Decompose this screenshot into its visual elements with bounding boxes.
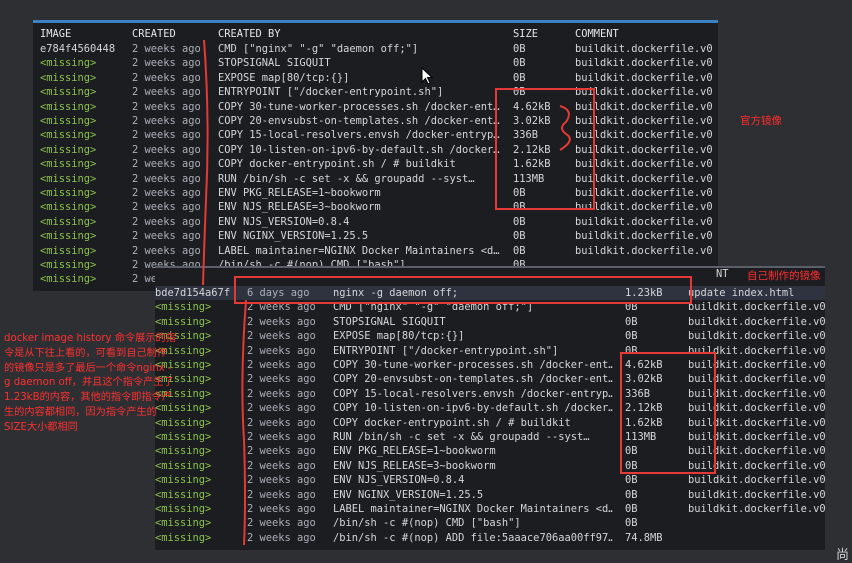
brace-mark xyxy=(559,105,571,151)
left-red-stroke-2 xyxy=(241,299,247,546)
custom-image-label: 自己制作的镜像 xyxy=(745,268,823,283)
mouse-cursor-icon xyxy=(421,67,433,85)
official-image-label: 官方镜像 xyxy=(740,115,782,127)
corner-glyph: 尚 xyxy=(836,548,850,563)
left-red-stroke xyxy=(202,39,209,286)
explanation-note: docker image history 命令展示的指令是从下往上看的，可看到自… xyxy=(4,333,176,433)
